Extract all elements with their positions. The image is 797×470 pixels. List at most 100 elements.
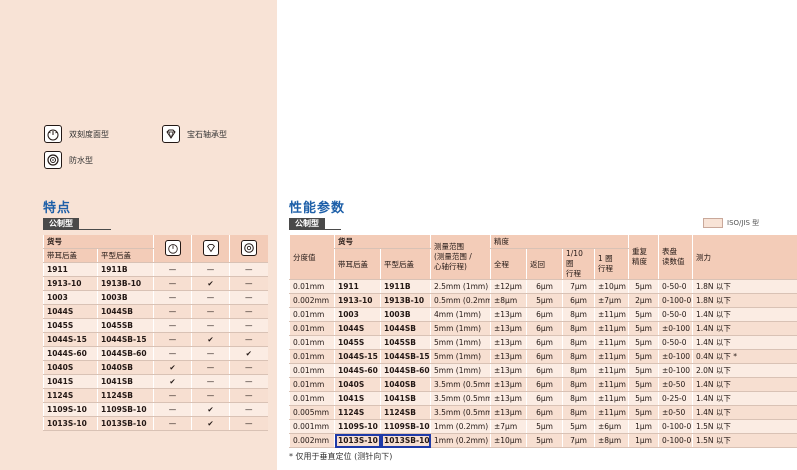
specs-cell-repeatability: 5μm xyxy=(628,321,659,336)
specs-cell-repeatability: 1μm xyxy=(628,433,659,448)
specs-row: 0.01mm 1044S-15 1044SB-15 5mm (1mm) ±13μm 6μm… xyxy=(289,349,797,364)
features-cell-jewel: — xyxy=(191,360,230,375)
specs-header-flat-back: 平型后盖 xyxy=(380,248,431,280)
features-cell-flat: 1045SB xyxy=(97,318,154,333)
specs-cell-force: 1.8N 以下 xyxy=(692,279,797,294)
specs-cell-retrace: 5μm xyxy=(526,433,563,448)
features-cell-flat: 1040SB xyxy=(97,360,154,375)
specs-cell-graduation: 0.01mm xyxy=(289,321,335,336)
specs-cell-range: 4mm (1mm) xyxy=(430,307,491,322)
specs-cell-range: 5mm (1mm) xyxy=(430,349,491,364)
features-cell-jewel: — xyxy=(191,346,230,361)
specs-cell-graduation: 0.01mm xyxy=(289,363,335,378)
features-row: 1044S 1044SB — — — xyxy=(43,304,268,319)
features-cell-flat: 1109SB-10 xyxy=(97,402,154,417)
specs-cell-retrace: 6μm xyxy=(526,335,563,350)
specs-cell-full: ±13μm xyxy=(490,377,527,392)
specs-cell-lug: 1109S-10 xyxy=(334,419,381,434)
specs-cell-graduation: 0.01mm xyxy=(289,349,335,364)
specs-cell-range: 2.5mm (1mm) xyxy=(430,279,491,294)
specs-cell-tenth-rev: 8μm xyxy=(562,307,595,322)
specs-cell-full: ±13μm xyxy=(490,307,527,322)
specs-row: 0.005mm 1124S 1124SB 3.5mm (0.5mm) ±13μm 6μm 8… xyxy=(289,405,797,420)
specs-cell-tenth-rev: 8μm xyxy=(562,405,595,420)
features-row: 1124S 1124SB — — — xyxy=(43,388,268,403)
features-cell-flat: 1044SB xyxy=(97,304,154,319)
specs-cell-graduation: 0.01mm xyxy=(289,279,335,294)
features-row: 1109S-10 1109SB-10— ✔ — xyxy=(43,402,268,417)
specs-cell-graduation: 0.005mm xyxy=(289,405,335,420)
specs-cell-one-rev: ±7μm xyxy=(594,293,629,308)
specs-cell-range: 3.5mm (0.5mm) xyxy=(430,405,491,420)
features-row: 1040S 1040SB ✔ — — xyxy=(43,360,268,375)
features-cell-waterproof: — xyxy=(229,262,268,277)
specs-cell-range: 0.5mm (0.2mm) xyxy=(430,293,491,308)
features-cell-lug: 1913-10 xyxy=(43,276,98,291)
features-tag-underline xyxy=(43,229,111,230)
specs-cell-one-rev: ±11μm xyxy=(594,405,629,420)
features-cell-lug: 1040S xyxy=(43,360,98,375)
features-cell-dual-scale: — xyxy=(153,262,192,277)
specs-cell-dial-reading: ±0-50 xyxy=(658,405,693,420)
features-header-lug-back: 带耳后盖 xyxy=(43,248,98,263)
features-cell-flat: 1013SB-10 xyxy=(97,416,154,431)
specs-row: 0.01mm 1041S 1041SB 3.5mm (0.5mm) ±13μm 6μm 8μ… xyxy=(289,391,797,406)
specs-cell-graduation: 0.01mm xyxy=(289,391,335,406)
features-cell-dual-scale: — xyxy=(153,402,192,417)
features-cell-lug: 1003 xyxy=(43,290,98,305)
specs-cell-one-rev: ±11μm xyxy=(594,307,629,322)
specs-cell-dial-reading: ±0-50 xyxy=(658,377,693,392)
specs-cell-repeatability: 5μm xyxy=(628,377,659,392)
specs-cell-tenth-rev: 8μm xyxy=(562,335,595,350)
specs-cell-graduation: 0.01mm xyxy=(289,377,335,392)
specs-cell-graduation: 0.002mm xyxy=(289,293,335,308)
specs-cell-flat: 1109SB-10 xyxy=(380,419,431,434)
specs-cell-one-rev: ±11μm xyxy=(594,391,629,406)
features-header-part-no: 货号 xyxy=(43,235,154,249)
specs-cell-tenth-rev: 8μm xyxy=(562,391,595,406)
specs-cell-force: 1.4N 以下 xyxy=(692,307,797,322)
specs-cell-lug: 1911 xyxy=(334,279,381,294)
legend-dual-scale-label: 双刻度面型 xyxy=(69,129,109,139)
specs-cell-flat: 1044SB-15 xyxy=(380,349,431,364)
features-title: 特点 xyxy=(43,201,72,216)
features-cell-flat: 1911B xyxy=(97,262,154,277)
specs-cell-one-rev: ±8μm xyxy=(594,433,629,448)
specs-cell-dial-reading: 0-25-0 xyxy=(658,391,693,406)
specs-cell-force: 2.0N 以下 xyxy=(692,363,797,378)
specs-cell-lug: 1044S-60 xyxy=(334,363,381,378)
specs-cell-flat: 1044SB xyxy=(380,321,431,336)
features-cell-jewel: ✔ xyxy=(191,276,230,291)
features-cell-lug: 1041S xyxy=(43,374,98,389)
specs-cell-repeatability: 1μm xyxy=(628,419,659,434)
specs-header-lug-back: 带耳后盖 xyxy=(334,248,381,280)
footnote: * 仅用于垂直定位 (测针向下) xyxy=(289,452,393,461)
specs-cell-dial-reading: ±0-100 xyxy=(658,349,693,364)
features-cell-flat: 1913B-10 xyxy=(97,276,154,291)
features-cell-jewel: — xyxy=(191,388,230,403)
specs-header-part-no: 货号 xyxy=(334,235,431,249)
specs-cell-full: ±10μm xyxy=(490,433,527,448)
features-header-dual-scale xyxy=(153,235,192,263)
features-row: 1044S-15 1044SB-15— ✔ — xyxy=(43,332,268,347)
specs-cell-range: 1mm (0.2mm) xyxy=(430,419,491,434)
specs-tag-underline xyxy=(289,229,341,230)
waterproof-icon xyxy=(44,151,62,169)
features-cell-dual-scale: — xyxy=(153,318,192,333)
features-row: 1044S-60 1044SB-60— — ✔ xyxy=(43,346,268,361)
specs-cell-flat: 1003B xyxy=(380,307,431,322)
specs-cell-force: 1.4N 以下 xyxy=(692,321,797,336)
features-row: 1041S 1041SB ✔ — — xyxy=(43,374,268,389)
features-row: 1013S-10 1013SB-10— ✔ — xyxy=(43,416,268,431)
features-cell-jewel: ✔ xyxy=(191,416,230,431)
specs-cell-full: ±8μm xyxy=(490,293,527,308)
specs-cell-one-rev: ±11μm xyxy=(594,363,629,378)
features-cell-lug: 1109S-10 xyxy=(43,402,98,417)
specs-cell-repeatability: 5μm xyxy=(628,307,659,322)
specs-cell-graduation: 0.001mm xyxy=(289,419,335,434)
features-cell-waterproof: — xyxy=(229,402,268,417)
specs-cell-lug: 1040S xyxy=(334,377,381,392)
specs-cell-flat: 1013SB-10 xyxy=(380,433,431,448)
specs-cell-retrace: 6μm xyxy=(526,321,563,336)
specs-cell-range: 5mm (1mm) xyxy=(430,363,491,378)
